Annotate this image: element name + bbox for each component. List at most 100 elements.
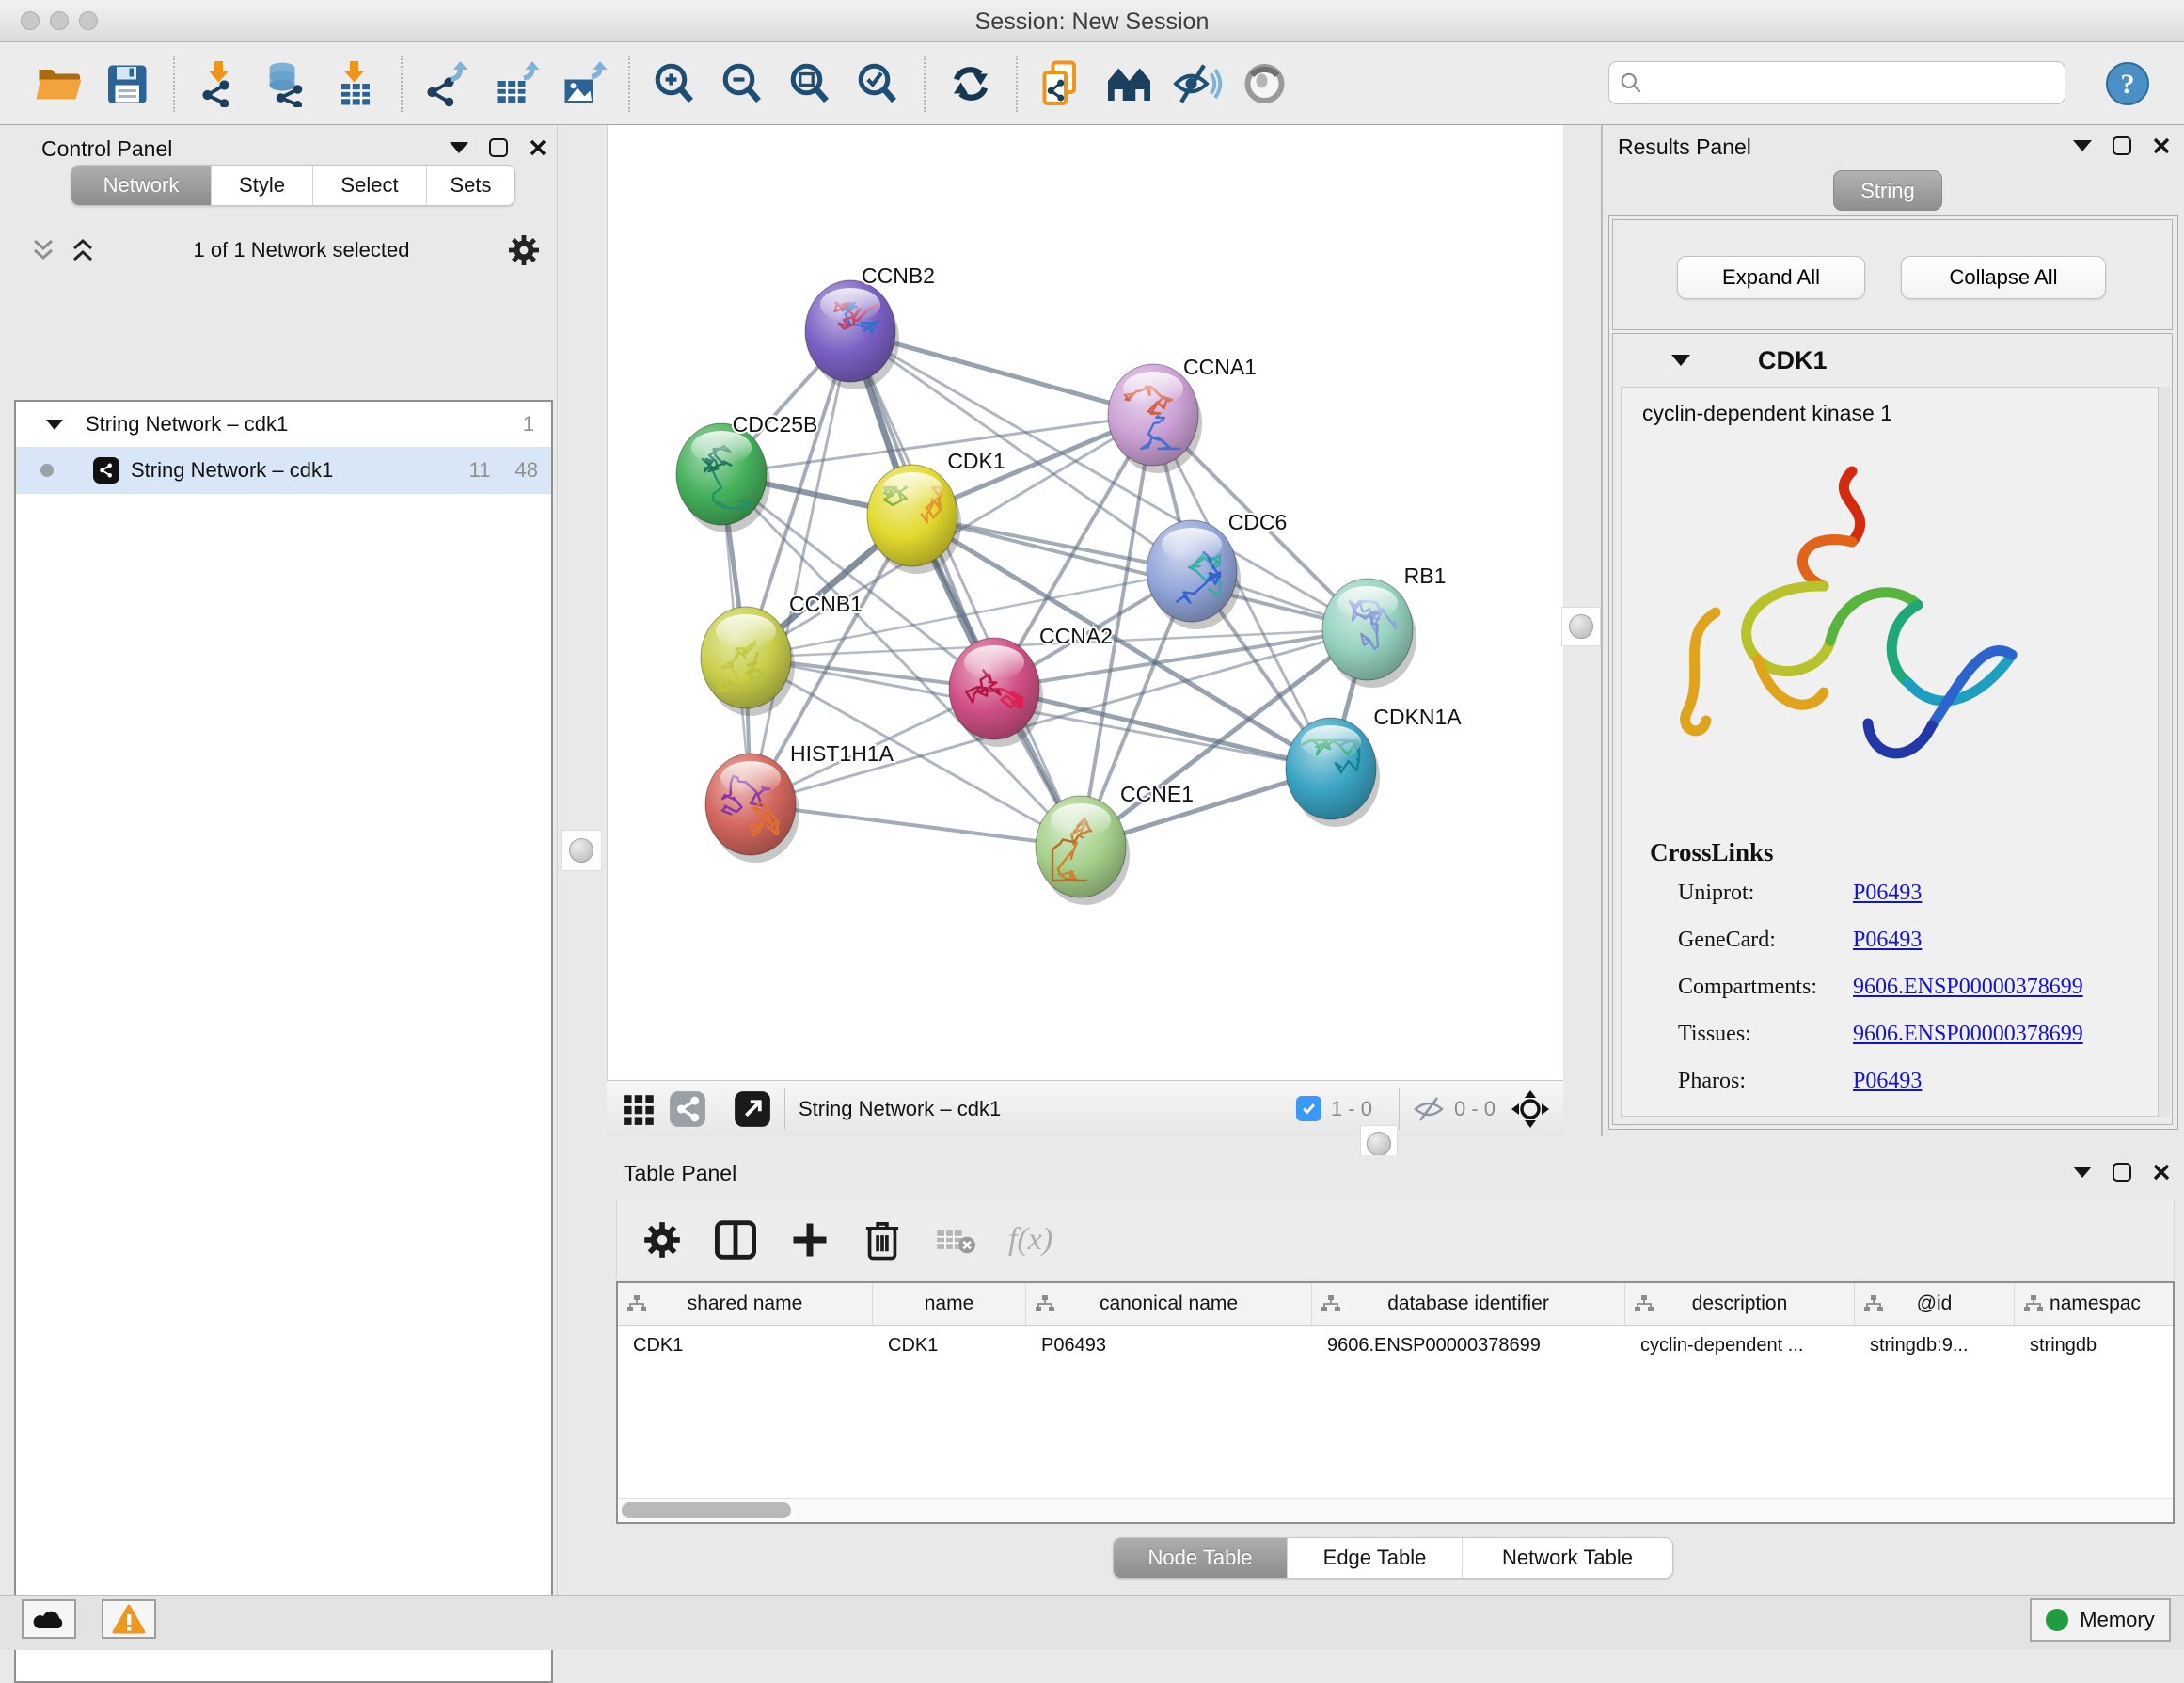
crosslink-link[interactable]: 9606.ENSP00000378699 — [1853, 1022, 2083, 1047]
table-hscroll-thumb[interactable] — [622, 1502, 791, 1518]
hidden-eye-icon[interactable] — [1413, 1095, 1445, 1123]
refresh-button[interactable] — [942, 54, 999, 114]
tab-edge-table[interactable]: Edge Table — [1287, 1538, 1462, 1578]
import-network-database-button[interactable] — [260, 54, 316, 114]
network-view-icon[interactable] — [669, 1090, 706, 1128]
column-header-name[interactable]: name — [873, 1283, 1026, 1325]
table-cell[interactable]: CDK1 — [873, 1326, 1026, 1365]
tab-node-table[interactable]: Node Table — [1114, 1538, 1287, 1578]
table-cell[interactable]: P06493 — [1026, 1326, 1312, 1365]
edge-CCNB2-CCNE1[interactable] — [850, 331, 1081, 847]
delete-column-icon[interactable] — [863, 1219, 901, 1261]
open-session-button[interactable] — [32, 54, 88, 114]
toolbar-search[interactable] — [1608, 61, 2065, 104]
table-cell[interactable]: stringdb — [2015, 1326, 2175, 1365]
results-panel-float-button[interactable] — [2073, 140, 2092, 151]
column-header--id[interactable]: @id — [1855, 1283, 2015, 1325]
table-hscrollbar[interactable] — [618, 1498, 2173, 1522]
column-header-canonical-name[interactable]: canonical name — [1026, 1283, 1312, 1325]
export-network-button[interactable] — [419, 54, 476, 114]
table-cell[interactable]: cyclin-dependent ... — [1625, 1326, 1855, 1365]
import-table-button[interactable] — [327, 54, 384, 114]
crosslink-link[interactable]: P06493 — [1853, 928, 1922, 953]
control-panel-close-button[interactable] — [529, 138, 547, 157]
memory-button[interactable]: Memory — [2030, 1598, 2171, 1642]
crosslink-link[interactable]: 9606.ENSP00000378699 — [1853, 975, 2083, 1000]
node-CCNB2[interactable]: CCNB2 — [805, 263, 935, 389]
zoom-in-button[interactable] — [647, 54, 704, 114]
expand-all-icon[interactable] — [71, 237, 95, 263]
network-row[interactable]: String Network – cdk1 11 48 — [16, 447, 551, 494]
table-cell[interactable]: CDK1 — [618, 1326, 873, 1365]
zoom-selected-button[interactable] — [850, 54, 907, 114]
tab-select[interactable]: Select — [312, 166, 426, 205]
collapse-all-button[interactable]: Collapse All — [1901, 256, 2106, 299]
results-panel-close-button[interactable] — [2152, 136, 2171, 155]
tab-network[interactable]: Network — [71, 166, 211, 205]
edge-CCNB2-HIST1H1A[interactable] — [751, 331, 850, 804]
add-column-icon[interactable] — [790, 1220, 830, 1260]
column-header-database-identifier[interactable]: database identifier — [1312, 1283, 1625, 1325]
grid-view-icon[interactable] — [622, 1091, 657, 1127]
node-CDC25B[interactable]: CDC25B — [676, 412, 817, 532]
control-panel-maximize-button[interactable] — [489, 138, 508, 157]
zoom-fit-button[interactable] — [783, 54, 839, 114]
gene-collapse-icon[interactable] — [1671, 355, 1690, 366]
results-scrollbar[interactable] — [2158, 387, 2170, 1117]
gene-section-header[interactable]: CDK1 — [1613, 334, 2172, 387]
table-panel-maximize-button[interactable] — [2113, 1163, 2131, 1182]
column-header-namespac[interactable]: namespac — [2015, 1283, 2175, 1325]
network-canvas[interactable]: CCNB2CCNA1CDC25BCDK1CDC6RB1CCNB1CCNA2CDK… — [607, 125, 1563, 1080]
show-all-button[interactable] — [1238, 54, 1294, 114]
results-panel-maximize-button[interactable] — [2113, 136, 2131, 155]
table-panel-float-button[interactable] — [2073, 1167, 2092, 1178]
string-network-graph[interactable]: CCNB2CCNA1CDC25BCDK1CDC6RB1CCNB1CCNA2CDK… — [608, 125, 1564, 1080]
table-cell[interactable]: stringdb:9... — [1855, 1326, 2015, 1365]
crosslink-link[interactable]: P06493 — [1853, 1069, 1922, 1094]
collection-expand-icon[interactable] — [46, 420, 63, 430]
node-HIST1H1A[interactable]: HIST1H1A — [705, 741, 894, 863]
node-RB1[interactable]: RB1 — [1322, 564, 1446, 688]
zoom-out-button[interactable] — [715, 54, 771, 114]
column-header-shared-name[interactable]: shared name — [618, 1283, 873, 1325]
hide-selected-button[interactable] — [1170, 54, 1227, 114]
table-panel-close-button[interactable] — [2152, 1163, 2171, 1182]
network-options-gear-icon[interactable] — [508, 234, 540, 266]
edge-CCNA2-CDKN1A[interactable] — [994, 689, 1331, 769]
tab-network-table[interactable]: Network Table — [1462, 1538, 1672, 1578]
tab-sets[interactable]: Sets — [426, 166, 514, 205]
node-CDK1[interactable]: CDK1 — [867, 449, 1005, 574]
tab-string[interactable]: String — [1833, 170, 1942, 211]
birdseye-crosshair-icon[interactable] — [1511, 1089, 1550, 1129]
selection-checkbox[interactable] — [1296, 1096, 1321, 1121]
collapse-all-icon[interactable] — [31, 237, 55, 263]
warning-button[interactable] — [102, 1599, 156, 1639]
tab-style[interactable]: Style — [211, 166, 312, 205]
control-panel-float-button[interactable] — [450, 142, 468, 153]
save-session-button[interactable] — [100, 54, 156, 114]
export-table-button[interactable] — [487, 54, 544, 114]
detach-view-icon[interactable] — [734, 1090, 771, 1128]
node-CDKN1A[interactable]: CDKN1A — [1286, 705, 1462, 827]
crosslink-link[interactable]: P06493 — [1853, 881, 1922, 906]
left-divider-handle[interactable] — [561, 830, 602, 871]
table-cell[interactable]: 9606.ENSP00000378699 — [1312, 1326, 1625, 1365]
search-input[interactable] — [1643, 71, 2038, 95]
expand-all-button[interactable]: Expand All — [1677, 256, 1865, 299]
import-network-button[interactable] — [192, 54, 248, 114]
first-neighbors-button[interactable] — [1102, 54, 1159, 114]
export-image-button[interactable] — [555, 54, 611, 114]
show-columns-icon[interactable] — [715, 1220, 756, 1260]
node-table[interactable]: shared namenamecanonical namedatabase id… — [616, 1281, 2175, 1524]
table-settings-gear-icon[interactable] — [643, 1221, 681, 1259]
edge-CCNE1-HIST1H1A[interactable] — [751, 804, 1081, 847]
help-button[interactable]: ? — [2105, 61, 2150, 111]
new-network-from-selection-button[interactable] — [1035, 54, 1091, 114]
crosslink-row: Compartments:9606.ENSP00000378699 — [1678, 975, 2165, 1000]
column-header-description[interactable]: description — [1625, 1283, 1855, 1325]
network-collection-row[interactable]: String Network – cdk1 1 — [16, 402, 551, 447]
cloud-button[interactable] — [22, 1599, 76, 1639]
right-divider-handle[interactable] — [1561, 607, 1601, 646]
table-row[interactable]: CDK1CDK1P064939606.ENSP00000378699cyclin… — [618, 1326, 2173, 1365]
node-CCNA1[interactable]: CCNA1 — [1108, 355, 1257, 473]
